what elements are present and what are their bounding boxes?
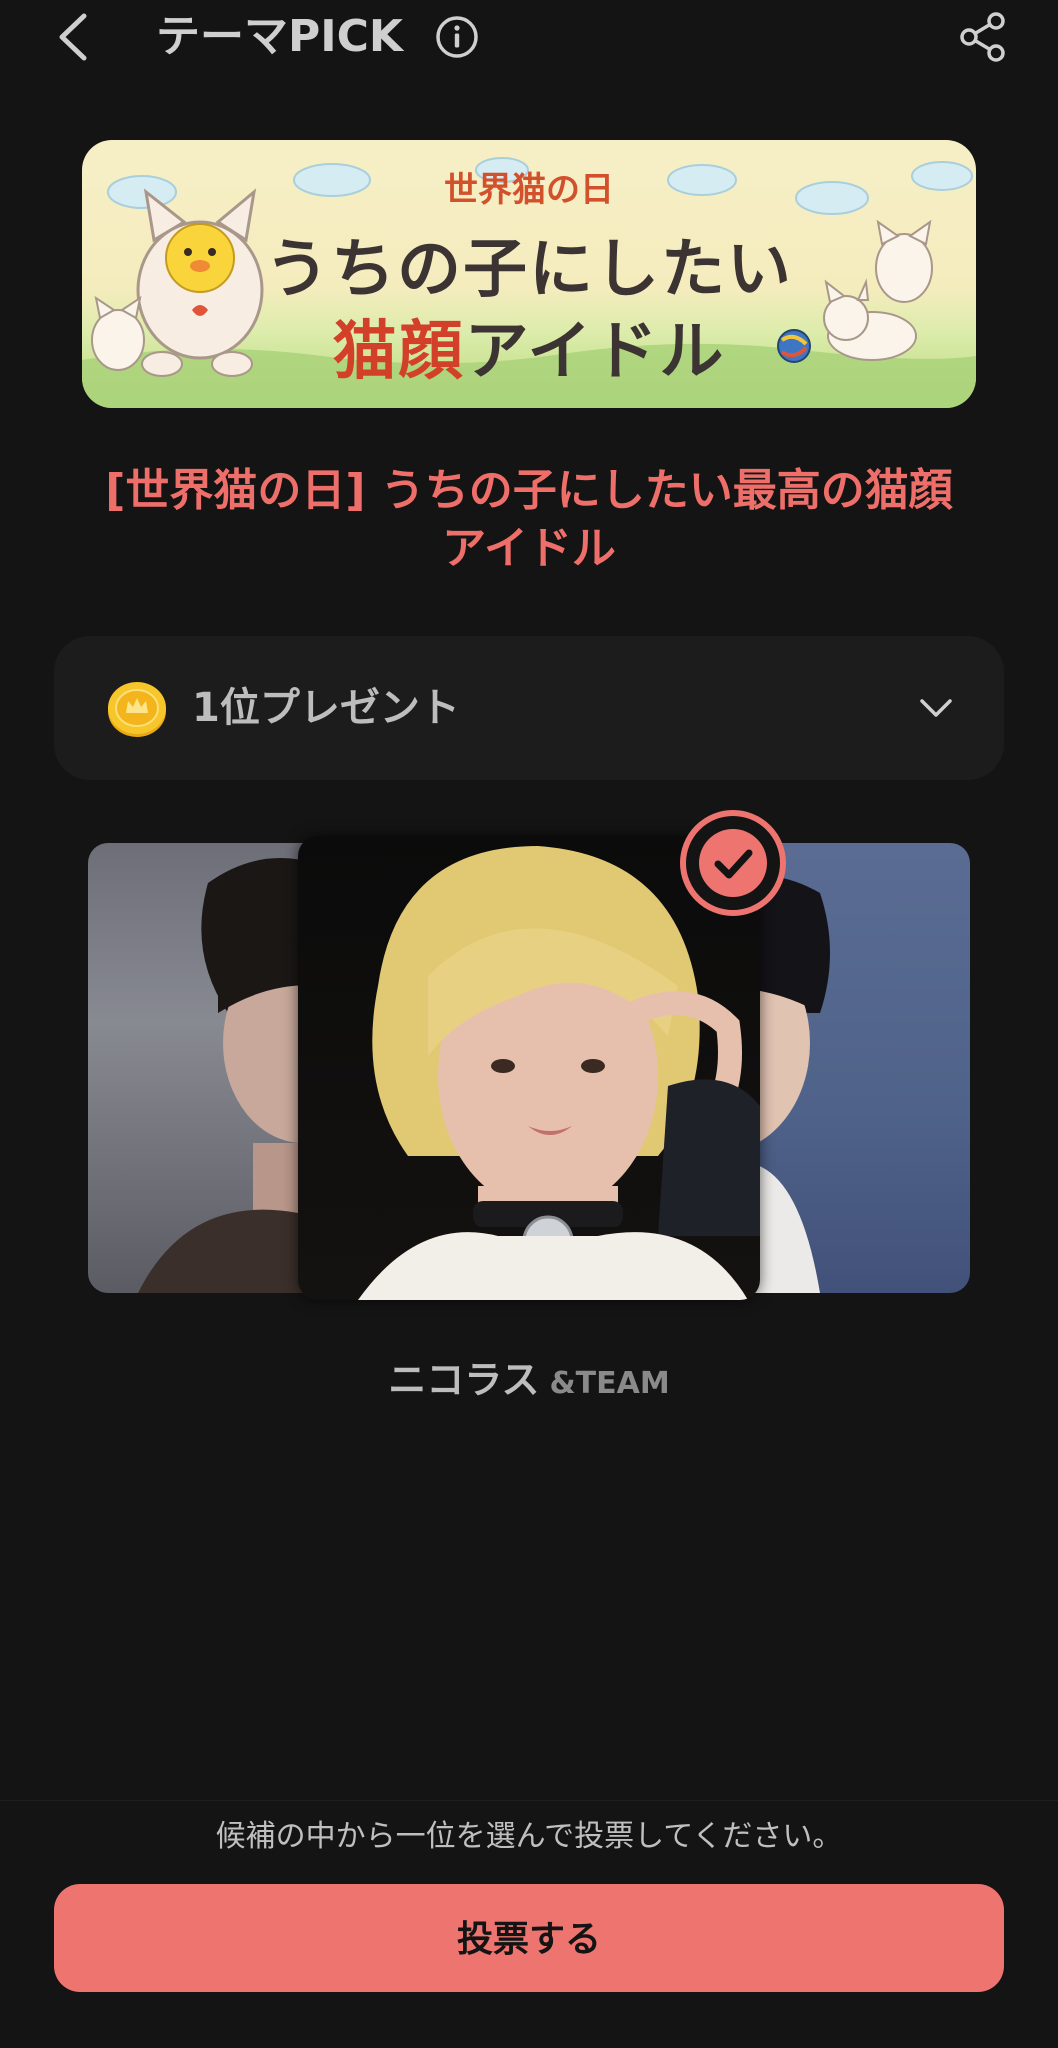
theme-title: [世界猫の日] うちの子にしたい最高の猫顔 アイドル	[105, 465, 953, 574]
chevron-down-icon	[920, 699, 952, 717]
share-icon	[960, 12, 1005, 62]
share-button[interactable]	[956, 10, 1010, 64]
page-title: テーマPICK	[156, 11, 404, 62]
vote-button[interactable]: 投票する	[54, 1884, 1004, 1992]
coin-icon	[108, 682, 166, 737]
candidate-carousel[interactable]	[0, 800, 1058, 1320]
prize-label: 1位プレゼント	[192, 685, 460, 731]
selected-candidate-label: ニコラス &TEAM	[0, 1350, 1058, 1414]
selected-check-badge[interactable]	[680, 810, 786, 916]
chevron-left-icon	[59, 13, 87, 61]
theme-banner: 世界猫の日 うちの子にしたい 猫顔アイドル	[82, 140, 976, 408]
top-app-bar: テーマPICK	[0, 0, 1058, 76]
candidate-group: &TEAM	[549, 1366, 670, 1401]
candidate-name: ニコラス	[388, 1358, 540, 1402]
banner-subtitle: 世界猫の日	[444, 170, 614, 210]
prize-accordion[interactable]: 1位プレゼント	[54, 636, 1004, 780]
back-button[interactable]	[50, 8, 102, 66]
info-button[interactable]	[434, 14, 480, 60]
banner-accent-text: 猫顔	[332, 315, 465, 389]
vote-instruction: 候補の中から一位を選んで投票してください。	[215, 1819, 843, 1854]
banner-headline-1: うちの子にしたい	[265, 233, 793, 307]
banner-rest-text: アイドル	[464, 315, 726, 389]
info-icon	[436, 16, 478, 58]
banner-headline-2: 猫顔アイドル	[82, 300, 976, 392]
footer-divider	[0, 1800, 1058, 1801]
check-icon	[699, 829, 767, 897]
